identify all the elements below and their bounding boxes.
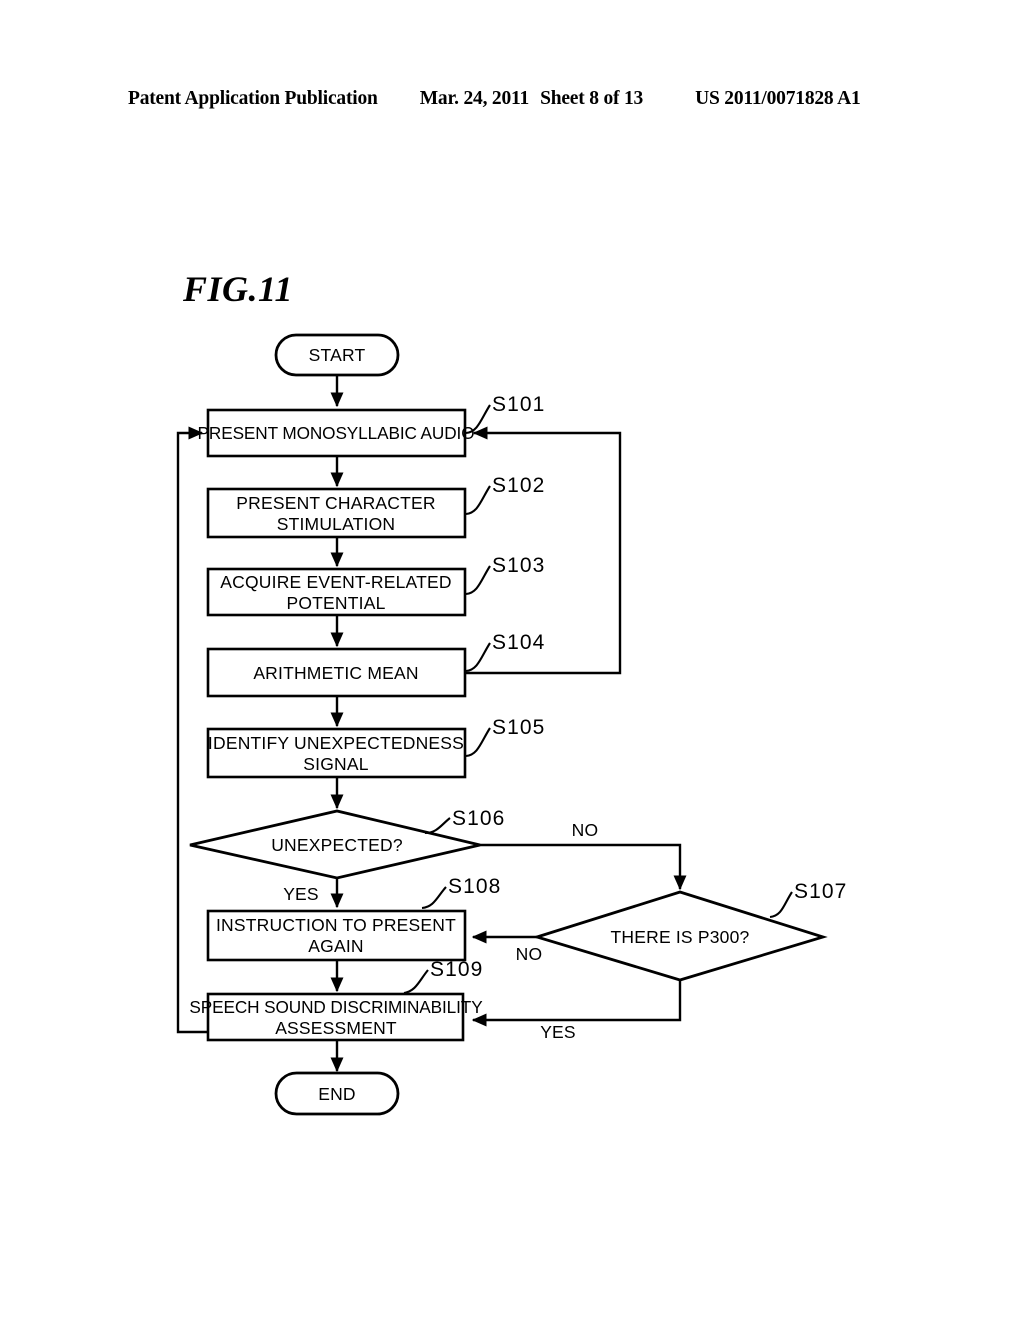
leader-s102 <box>465 485 491 516</box>
s105-label-line1: IDENTIFY UNEXPECTEDNESS <box>208 733 464 753</box>
connector-s109-loop-to-s101 <box>176 426 208 1034</box>
connector-s106-no-to-s107 <box>480 843 687 891</box>
s105-label-line2: SIGNAL <box>303 754 368 774</box>
flow-connectors <box>176 375 687 1073</box>
s109-label-line2: ASSESSMENT <box>275 1018 397 1038</box>
s107-label: THERE IS P300? <box>611 927 750 947</box>
s108-step-number: S108 <box>448 875 501 898</box>
s106-label: UNEXPECTED? <box>271 835 403 855</box>
node-s107: THERE IS P300? <box>532 890 828 982</box>
step-number-callouts: S101 S102 S103 S104 S105 S106 S107 S108 <box>403 393 847 995</box>
s104-step-number: S104 <box>492 631 545 654</box>
node-s102: PRESENT CHARACTER STIMULATION <box>206 487 467 539</box>
node-end: END <box>274 1071 400 1116</box>
s105-step-number: S105 <box>492 716 545 739</box>
s101-label: PRESENT MONOSYLLABIC AUDIO <box>198 423 475 443</box>
s103-step-number: S103 <box>492 554 545 577</box>
s107-yes-label: YES <box>540 1022 576 1042</box>
node-start: START <box>274 333 400 377</box>
s106-yes-label: YES <box>283 884 319 904</box>
s108-label-line2: AGAIN <box>308 936 363 956</box>
leader-s109 <box>403 969 429 995</box>
leader-s107 <box>769 891 793 919</box>
node-s109: SPEECH SOUND DISCRIMINABILITY ASSESSMENT <box>189 992 483 1042</box>
s101-step-number: S101 <box>492 393 545 416</box>
leader-s106 <box>424 817 451 835</box>
s106-step-number: S106 <box>452 807 505 830</box>
s102-label-line1: PRESENT CHARACTER <box>236 493 436 513</box>
s107-step-number: S107 <box>794 880 847 903</box>
leader-s105 <box>465 727 491 758</box>
flowchart-diagram: START PRESENT MONOSYLLABIC AUDIO PRESENT… <box>176 333 847 1116</box>
leader-s103 <box>465 565 491 596</box>
s104-label: ARITHMETIC MEAN <box>253 663 418 683</box>
start-label: START <box>309 345 366 365</box>
node-s104: ARITHMETIC MEAN <box>206 647 467 698</box>
node-s101: PRESENT MONOSYLLABIC AUDIO <box>198 408 475 458</box>
connector-s107-yes-to-s109 <box>471 980 682 1027</box>
s103-label-line2: POTENTIAL <box>286 593 385 613</box>
node-s105: IDENTIFY UNEXPECTEDNESS SIGNAL <box>206 727 467 779</box>
node-s106: UNEXPECTED? <box>189 809 481 880</box>
leader-s104 <box>465 642 491 673</box>
s102-label-line2: STIMULATION <box>277 514 396 534</box>
end-label: END <box>318 1084 356 1104</box>
s109-step-number: S109 <box>430 958 483 981</box>
node-s103: ACQUIRE EVENT-RELATED POTENTIAL <box>206 567 467 617</box>
node-s108: INSTRUCTION TO PRESENT AGAIN <box>206 909 467 962</box>
s102-step-number: S102 <box>492 474 545 497</box>
s108-label-line1: INSTRUCTION TO PRESENT <box>216 915 456 935</box>
leader-s108 <box>421 886 447 910</box>
patent-page: Patent Application Publication Mar. 24, … <box>0 0 1024 1320</box>
s109-label-line1: SPEECH SOUND DISCRIMINABILITY <box>189 997 483 1017</box>
s107-no-label: NO <box>516 944 543 964</box>
s106-no-label: NO <box>572 820 599 840</box>
s103-label-line1: ACQUIRE EVENT-RELATED <box>220 572 451 592</box>
